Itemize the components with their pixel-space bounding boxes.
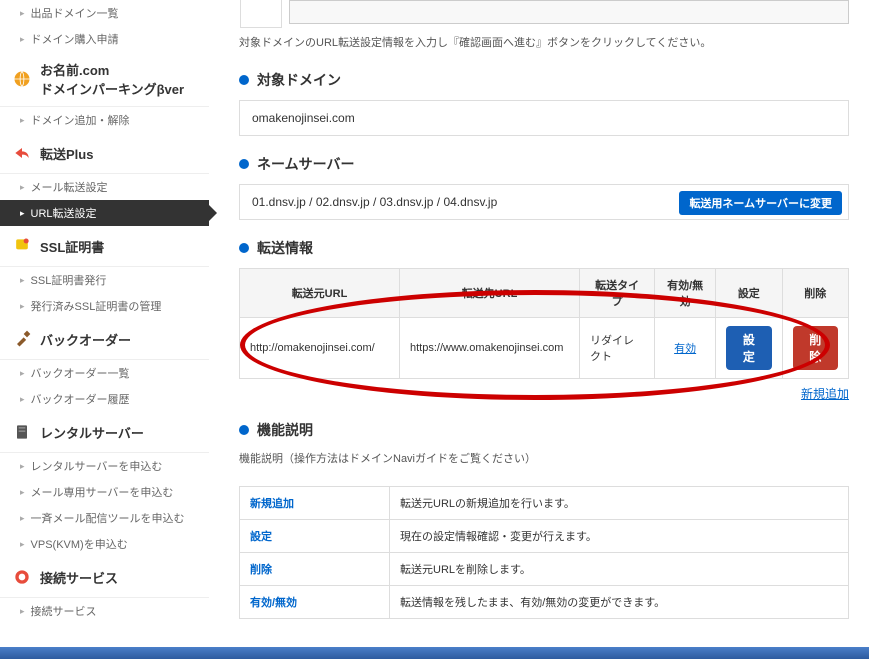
sidebar-item[interactable]: 接続サービス (0, 598, 209, 624)
preview-box (289, 0, 849, 24)
cell-src: http://omakenojinsei.com/ (240, 318, 400, 379)
cell-dst: https://www.omakenojinsei.com (400, 318, 580, 379)
sidebar-group-backorder: バックオーダー (0, 319, 209, 360)
sidebar-item-url-active[interactable]: URL転送設定 (0, 200, 209, 226)
sidebar-item[interactable]: バックオーダー履歴 (0, 386, 209, 412)
section-nameserver: ネームサーバー (239, 154, 849, 174)
section-function: 機能説明 (239, 420, 849, 440)
add-new-link[interactable]: 新規追加 (801, 387, 849, 401)
sidebar-item[interactable]: メール専用サーバーを申込む (0, 479, 209, 505)
th-set: 設定 (716, 269, 782, 318)
sidebar-item-mail[interactable]: メール転送設定 (0, 174, 209, 200)
instruction-text: 対象ドメインのURL転送設定情報を入力し『確認画面へ進む』ボタンをクリックしてく… (239, 34, 849, 50)
sidebar-item[interactable]: 出品ドメイン一覧 (0, 0, 209, 26)
globe-icon (10, 67, 34, 91)
th-status: 有効/無効 (655, 269, 716, 318)
sidebar-item[interactable]: バックオーダー一覧 (0, 360, 209, 386)
function-table: 新規追加転送元URLの新規追加を行います。 設定現在の設定情報確認・変更が行えま… (239, 486, 849, 619)
settings-button[interactable]: 設定 (726, 326, 771, 370)
table-row: http://omakenojinsei.com/ https://www.om… (240, 318, 849, 379)
nameserver-box: 01.dnsv.jp / 02.dnsv.jp / 03.dnsv.jp / 0… (239, 184, 849, 220)
server-icon (10, 420, 34, 444)
sidebar-item[interactable]: レンタルサーバーを申込む (0, 453, 209, 479)
sidebar-item[interactable]: 発行済みSSL証明書の管理 (0, 293, 209, 319)
forward-table: 転送元URL 転送先URL 転送タイプ 有効/無効 設定 削除 http://o… (239, 268, 849, 379)
sidebar-group-onamae: お名前.comドメインパーキングβver (0, 52, 209, 107)
cert-icon (10, 234, 34, 258)
sidebar-group-ssl: SSL証明書 (0, 226, 209, 267)
th-src: 転送元URL (240, 269, 400, 318)
th-type: 転送タイプ (580, 269, 655, 318)
function-note: 機能説明（操作方法はドメインNaviガイドをご覧ください） (239, 450, 849, 466)
sidebar-group-connection: 接続サービス (0, 557, 209, 598)
footer-bar (0, 647, 869, 659)
hammer-icon (10, 327, 34, 351)
sidebar-item[interactable]: ドメイン購入申請 (0, 26, 209, 52)
change-nameserver-button[interactable]: 転送用ネームサーバーに変更 (679, 191, 842, 215)
th-dst: 転送先URL (400, 269, 580, 318)
status-link[interactable]: 有効 (674, 343, 696, 355)
th-del: 削除 (782, 269, 848, 318)
domain-box: omakenojinsei.com (239, 100, 849, 136)
main-content: 対象ドメインのURL転送設定情報を入力し『確認画面へ進む』ボタンをクリックしてく… (209, 0, 869, 639)
sidebar-group-rental: レンタルサーバー (0, 412, 209, 453)
sidebar: 出品ドメイン一覧 ドメイン購入申請 お名前.comドメインパーキングβver ド… (0, 0, 209, 639)
connection-icon (10, 565, 34, 589)
cell-type: リダイレクト (580, 318, 655, 379)
sidebar-item[interactable]: VPS(KVM)を申込む (0, 531, 209, 557)
forward-icon (10, 141, 34, 165)
sidebar-item[interactable]: ドメイン追加・解除 (0, 107, 209, 133)
delete-button[interactable]: 削除 (793, 326, 838, 370)
section-forward-info: 転送情報 (239, 238, 849, 258)
sidebar-group-tensou: 転送Plus (0, 133, 209, 174)
sidebar-item[interactable]: 一斉メール配信ツールを申込む (0, 505, 209, 531)
section-domain: 対象ドメイン (239, 70, 849, 90)
sidebar-item[interactable]: SSL証明書発行 (0, 267, 209, 293)
